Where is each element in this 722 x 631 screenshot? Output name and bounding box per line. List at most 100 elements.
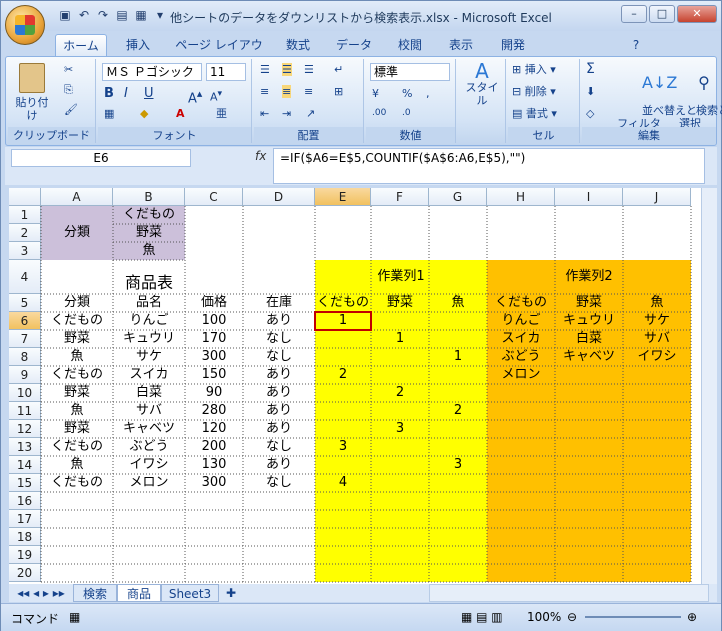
table-cell[interactable] bbox=[371, 366, 429, 384]
name-box[interactable]: E6 bbox=[11, 149, 191, 167]
table-cell[interactable]: 300 bbox=[185, 348, 243, 366]
table-cell[interactable]: 120 bbox=[185, 420, 243, 438]
table-cell[interactable] bbox=[371, 438, 429, 456]
cell-category-fruit[interactable]: くだもの bbox=[113, 206, 185, 224]
cut-icon[interactable]: ✂ bbox=[64, 63, 73, 76]
table-cell[interactable]: あり bbox=[243, 402, 315, 420]
table-cell[interactable] bbox=[371, 402, 429, 420]
table-cell[interactable]: 魚 bbox=[41, 348, 113, 366]
tab-view[interactable]: 表示 bbox=[443, 34, 479, 56]
table-cell[interactable]: 100 bbox=[185, 312, 243, 330]
grow-font-icon[interactable]: A▴ bbox=[188, 87, 202, 105]
decrease-indent-icon[interactable]: ⇤ bbox=[260, 107, 269, 120]
style-button[interactable]: A スタイル bbox=[462, 61, 502, 107]
table-cell[interactable] bbox=[315, 348, 371, 366]
cell-category-label[interactable]: 分類 bbox=[41, 206, 113, 260]
table-cell[interactable]: あり bbox=[243, 366, 315, 384]
table-cell[interactable] bbox=[429, 330, 487, 348]
tab-review[interactable]: 校閲 bbox=[389, 34, 431, 56]
cell-header[interactable]: 在庫 bbox=[243, 294, 315, 312]
underline-button[interactable]: U bbox=[144, 87, 154, 100]
zoom-level[interactable]: 100% bbox=[527, 610, 561, 624]
tab-formulas[interactable]: 数式 bbox=[277, 34, 319, 56]
table-cell[interactable] bbox=[623, 438, 691, 456]
cell-header[interactable]: くだもの bbox=[487, 294, 555, 312]
table-cell[interactable]: なし bbox=[243, 474, 315, 492]
table-cell[interactable] bbox=[487, 384, 555, 402]
table-cell[interactable]: スイカ bbox=[113, 366, 185, 384]
table-cell[interactable] bbox=[371, 348, 429, 366]
table-cell[interactable]: サケ bbox=[623, 312, 691, 330]
table-cell[interactable]: りんご bbox=[113, 312, 185, 330]
table-cell[interactable]: サバ bbox=[623, 330, 691, 348]
format-cells-button[interactable]: ▤ 書式 ▾ bbox=[512, 107, 557, 120]
wrap-text-icon[interactable]: ↵ bbox=[334, 63, 343, 76]
italic-button[interactable]: I bbox=[124, 87, 128, 100]
table-cell[interactable]: メロン bbox=[487, 366, 555, 384]
table-cell[interactable]: 4 bbox=[315, 474, 371, 492]
table-cell[interactable]: イワシ bbox=[113, 456, 185, 474]
font-name-select[interactable]: ＭＳ Ｐゴシック bbox=[102, 63, 202, 81]
table-cell[interactable] bbox=[315, 402, 371, 420]
table-cell[interactable]: あり bbox=[243, 456, 315, 474]
cell-header[interactable]: 野菜 bbox=[555, 294, 623, 312]
formula-input[interactable]: =IF($A6=E$5,COUNTIF($A$6:A6,E$5),"") bbox=[273, 148, 705, 184]
shrink-font-icon[interactable]: A▾ bbox=[210, 87, 222, 104]
increase-indent-icon[interactable]: ⇥ bbox=[282, 107, 291, 120]
table-cell[interactable]: くだもの bbox=[41, 474, 113, 492]
minimize-button[interactable]: – bbox=[621, 5, 647, 23]
table-cell[interactable] bbox=[487, 438, 555, 456]
horizontal-scrollbar[interactable] bbox=[429, 584, 709, 602]
table-cell[interactable] bbox=[623, 384, 691, 402]
table-cell[interactable] bbox=[487, 402, 555, 420]
table-cell[interactable]: 野菜 bbox=[41, 330, 113, 348]
table-cell[interactable] bbox=[623, 366, 691, 384]
maximize-button[interactable]: □ bbox=[649, 5, 675, 23]
table-cell[interactable] bbox=[371, 456, 429, 474]
table-cell[interactable]: イワシ bbox=[623, 348, 691, 366]
cell-work-column2-title[interactable]: 作業列2 bbox=[487, 260, 691, 294]
table-cell[interactable]: 2 bbox=[371, 384, 429, 402]
currency-icon[interactable]: ¥ bbox=[372, 87, 379, 100]
table-cell[interactable]: 170 bbox=[185, 330, 243, 348]
table-cell[interactable]: 魚 bbox=[41, 456, 113, 474]
table-cell[interactable] bbox=[315, 420, 371, 438]
table-cell[interactable]: 90 bbox=[185, 384, 243, 402]
zoom-out-icon[interactable]: ⊖ bbox=[567, 610, 577, 624]
table-cell[interactable]: ぶどう bbox=[113, 438, 185, 456]
tab-data[interactable]: データ bbox=[331, 34, 377, 56]
insert-cells-button[interactable]: ⊞ 挿入 ▾ bbox=[512, 63, 556, 76]
cell-header[interactable]: 魚 bbox=[429, 294, 487, 312]
help-icon[interactable]: ? bbox=[627, 34, 645, 56]
table-cell[interactable]: スイカ bbox=[487, 330, 555, 348]
phonetic-icon[interactable]: 亜 bbox=[216, 107, 227, 120]
table-cell[interactable]: なし bbox=[243, 438, 315, 456]
cell-product-table-title[interactable]: 商品表 bbox=[113, 260, 185, 294]
table-cell[interactable] bbox=[555, 420, 623, 438]
align-left-icon[interactable]: ≡ bbox=[260, 85, 269, 98]
close-button[interactable]: ✕ bbox=[677, 5, 717, 23]
table-cell[interactable]: くだもの bbox=[41, 312, 113, 330]
table-cell[interactable]: 魚 bbox=[41, 402, 113, 420]
table-cell[interactable]: キュウリ bbox=[113, 330, 185, 348]
table-cell[interactable]: 野菜 bbox=[41, 384, 113, 402]
number-format-select[interactable]: 標準 bbox=[370, 63, 450, 81]
align-right-icon[interactable]: ≡ bbox=[304, 85, 313, 98]
cell-category-fish[interactable]: 魚 bbox=[113, 242, 185, 260]
table-cell[interactable]: 白菜 bbox=[113, 384, 185, 402]
table-cell[interactable]: サケ bbox=[113, 348, 185, 366]
table-cell[interactable]: キュウリ bbox=[555, 312, 623, 330]
table-cell[interactable] bbox=[555, 384, 623, 402]
tab-developer[interactable]: 開発 bbox=[495, 34, 531, 56]
table-cell[interactable] bbox=[315, 330, 371, 348]
font-color-icon[interactable]: A bbox=[176, 107, 185, 120]
table-cell[interactable] bbox=[371, 312, 429, 330]
table-cell[interactable]: 1 bbox=[371, 330, 429, 348]
table-cell[interactable] bbox=[429, 420, 487, 438]
table-cell[interactable] bbox=[315, 456, 371, 474]
cell-header[interactable]: 魚 bbox=[623, 294, 691, 312]
table-cell[interactable]: キャベツ bbox=[555, 348, 623, 366]
clear-icon[interactable]: ◇ bbox=[586, 107, 594, 120]
table-cell[interactable]: 1 bbox=[429, 348, 487, 366]
decrease-decimal-icon[interactable]: .0 bbox=[402, 107, 411, 120]
